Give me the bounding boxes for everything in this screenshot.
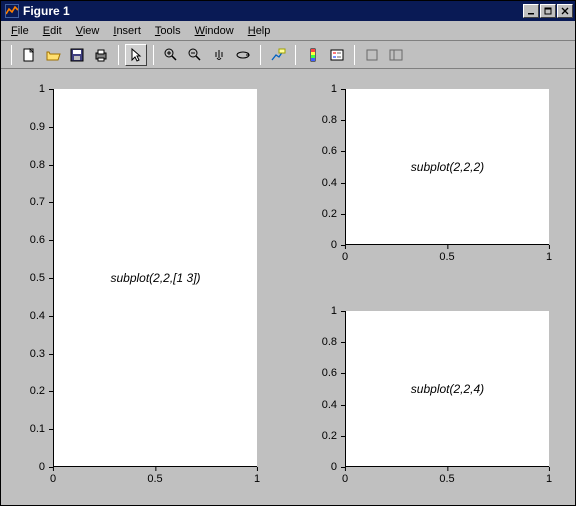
close-button[interactable] xyxy=(557,4,573,18)
x-tick-label: 1 xyxy=(254,473,260,485)
x-ticks: 00.51 xyxy=(345,471,549,491)
y-tick-label: 0.2 xyxy=(30,385,45,397)
y-tick-label: 0.8 xyxy=(30,159,45,171)
new-figure-button[interactable] xyxy=(18,44,40,66)
x-tick-label: 0.5 xyxy=(439,251,454,263)
figure-canvas: subplot(2,2,[1 3]) 0 0.1 0.2 0.3 0.4 0.5 0.6 0.… xyxy=(1,69,575,505)
pan-button[interactable] xyxy=(208,44,230,66)
y-tick-label: 0.6 xyxy=(30,234,45,246)
y-tick-label: 0.4 xyxy=(322,399,337,411)
x-ticks: 00.51 xyxy=(345,249,549,269)
subplot-grid: subplot(2,2,[1 3]) 0 0.1 0.2 0.3 0.4 0.5 0.6 0.… xyxy=(9,83,553,491)
plot-area: subplot(2,2,[1 3]) xyxy=(53,89,257,467)
x-tick-label: 0 xyxy=(342,473,348,485)
y-tick-label: 0.2 xyxy=(322,430,337,442)
y-tick-label: 0.2 xyxy=(322,208,337,220)
toolbar xyxy=(1,41,575,69)
y-tick-label: 0 xyxy=(331,461,337,473)
y-tick-label: 0.4 xyxy=(322,177,337,189)
plot-area: subplot(2,2,2) xyxy=(345,89,549,245)
menu-tools[interactable]: Tools xyxy=(149,23,187,39)
y-tick-label: 0.7 xyxy=(30,196,45,208)
y-tick-label: 0.6 xyxy=(322,145,337,157)
x-ticks: 00.51 xyxy=(53,471,257,491)
save-button[interactable] xyxy=(66,44,88,66)
toolbar-separator xyxy=(295,45,296,65)
colorbar-button[interactable] xyxy=(302,44,324,66)
menu-file[interactable]: File xyxy=(5,23,35,39)
datacursor-button[interactable] xyxy=(267,44,289,66)
y-tick-label: 0.4 xyxy=(30,310,45,322)
y-tick-label: 0.8 xyxy=(322,336,337,348)
menu-view[interactable]: View xyxy=(70,23,106,39)
toolbar-separator xyxy=(354,45,355,65)
y-tick-label: 0.8 xyxy=(322,114,337,126)
y-ticks: 00.10.20.30.40.50.60.70.80.91 xyxy=(9,89,49,467)
app-icon xyxy=(5,4,19,18)
toolbar-separator xyxy=(260,45,261,65)
axes-annotation: subplot(2,2,2) xyxy=(411,160,484,174)
maximize-button[interactable] xyxy=(540,4,556,18)
menu-insert[interactable]: Insert xyxy=(107,23,147,39)
menubar: File Edit View Insert Tools Window Help xyxy=(1,21,575,41)
window-title: Figure 1 xyxy=(23,4,522,18)
zoom-in-button[interactable] xyxy=(160,44,182,66)
x-tick-label: 0.5 xyxy=(147,473,162,485)
y-tick-label: 0.5 xyxy=(30,272,45,284)
x-tick-label: 1 xyxy=(546,473,552,485)
axes-annotation: subplot(2,2,4) xyxy=(411,382,484,396)
y-tick-label: 0 xyxy=(39,461,45,473)
menu-edit[interactable]: Edit xyxy=(37,23,68,39)
toolbar-separator xyxy=(153,45,154,65)
rotate3d-button[interactable] xyxy=(232,44,254,66)
titlebar[interactable]: Figure 1 xyxy=(1,1,575,21)
y-tick-label: 0.9 xyxy=(30,121,45,133)
axes-1[interactable]: subplot(2,2,[1 3]) 0 0.1 0.2 0.3 0.4 0.5 0.6 0.… xyxy=(9,83,261,491)
print-button[interactable] xyxy=(90,44,112,66)
x-tick-label: 0 xyxy=(50,473,56,485)
window-controls xyxy=(522,4,573,18)
x-tick-label: 0 xyxy=(342,251,348,263)
axes-3[interactable]: subplot(2,2,4) 00.20.40.60.81 00.51 xyxy=(301,305,553,491)
y-tick-label: 1 xyxy=(39,83,45,95)
minimize-button[interactable] xyxy=(523,4,539,18)
y-ticks: 00.20.40.60.81 xyxy=(301,311,341,467)
toolbar-separator xyxy=(11,45,12,65)
menu-help[interactable]: Help xyxy=(242,23,277,39)
x-tick-label: 1 xyxy=(546,251,552,263)
open-button[interactable] xyxy=(42,44,64,66)
menu-window[interactable]: Window xyxy=(189,23,240,39)
y-tick-label: 0.3 xyxy=(30,348,45,360)
y-tick-label: 1 xyxy=(331,305,337,317)
y-tick-label: 0.1 xyxy=(30,423,45,435)
figure-window: Figure 1 File Edit View Insert Tools Win… xyxy=(0,0,576,506)
hide-plot-tools-button[interactable] xyxy=(361,44,383,66)
y-tick-label: 0 xyxy=(331,239,337,251)
y-ticks: 00.20.40.60.81 xyxy=(301,89,341,245)
legend-button[interactable] xyxy=(326,44,348,66)
y-tick-label: 0.6 xyxy=(322,367,337,379)
axes-2[interactable]: subplot(2,2,2) 00.20.40.60.81 00.51 xyxy=(301,83,553,269)
plot-area: subplot(2,2,4) xyxy=(345,311,549,467)
y-tick-label: 1 xyxy=(331,83,337,95)
x-tick-label: 0.5 xyxy=(439,473,454,485)
toolbar-separator xyxy=(118,45,119,65)
axes-annotation: subplot(2,2,[1 3]) xyxy=(110,271,200,285)
pointer-button[interactable] xyxy=(125,44,147,66)
zoom-out-button[interactable] xyxy=(184,44,206,66)
show-plot-tools-button[interactable] xyxy=(385,44,407,66)
